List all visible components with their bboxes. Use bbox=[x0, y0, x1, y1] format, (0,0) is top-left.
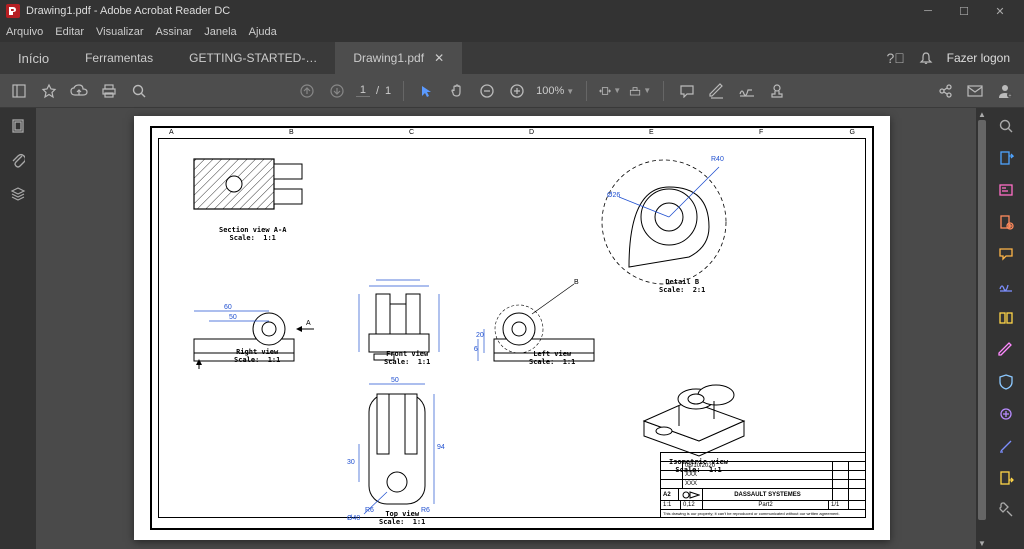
top-view-label: Top view Scale: 1:1 bbox=[379, 511, 425, 526]
attachments-icon[interactable] bbox=[8, 150, 28, 170]
scroll-up-icon[interactable]: ▲ bbox=[976, 108, 988, 120]
document-area: A B C D E F G Section view A-A Scale: 1:… bbox=[36, 108, 988, 549]
menu-assinar[interactable]: Assinar bbox=[156, 26, 193, 38]
maximize-button[interactable]: ☐ bbox=[946, 0, 982, 22]
top-view: 50 94 30 Ø40 R6 R6 bbox=[339, 374, 459, 524]
left-panel bbox=[0, 108, 36, 549]
section-view-label: Section view A-A Scale: 1:1 bbox=[219, 227, 286, 242]
zoom-value[interactable]: 100%▼ bbox=[536, 85, 574, 97]
fit-width-icon[interactable]: ▼ bbox=[599, 80, 621, 102]
dim-d26: Ø26 bbox=[607, 192, 620, 199]
create-pdf-icon[interactable] bbox=[996, 212, 1016, 232]
tab-home[interactable]: Início bbox=[0, 42, 67, 74]
more-tools-icon[interactable] bbox=[996, 500, 1016, 520]
svg-text:Ø40: Ø40 bbox=[347, 515, 360, 522]
person-icon[interactable]: + bbox=[994, 80, 1016, 102]
svg-text:16: 16 bbox=[474, 346, 478, 353]
svg-text:+: + bbox=[1009, 93, 1012, 99]
svg-text:60: 60 bbox=[224, 304, 232, 311]
bell-icon[interactable] bbox=[917, 49, 935, 67]
tab-getting-started[interactable]: GETTING-STARTED-… bbox=[171, 42, 335, 74]
cloud-upload-icon[interactable] bbox=[68, 80, 90, 102]
protect-icon[interactable] bbox=[996, 372, 1016, 392]
page-number[interactable]: 1 / 1 bbox=[356, 84, 391, 97]
svg-text:50: 50 bbox=[229, 314, 237, 321]
right-view-label: Right view Scale: 1:1 bbox=[234, 349, 280, 364]
section-view bbox=[189, 149, 319, 229]
search-icon[interactable] bbox=[128, 80, 150, 102]
vertical-scrollbar[interactable]: ▲ ▼ bbox=[976, 108, 988, 549]
thumbnails-icon[interactable] bbox=[8, 116, 28, 136]
sidebar-toggle-icon[interactable] bbox=[8, 80, 30, 102]
login-link[interactable]: Fazer logon bbox=[947, 51, 1010, 65]
sign-tool-icon[interactable] bbox=[996, 436, 1016, 456]
close-window-button[interactable]: ✕ bbox=[982, 0, 1018, 22]
convert-icon[interactable] bbox=[996, 468, 1016, 488]
right-panel bbox=[988, 108, 1024, 549]
compress-icon[interactable] bbox=[996, 404, 1016, 424]
zoom-in-icon[interactable] bbox=[506, 80, 528, 102]
highlight-icon[interactable] bbox=[706, 80, 728, 102]
comment-icon[interactable] bbox=[676, 80, 698, 102]
front-view-label: Front view Scale: 1:1 bbox=[384, 351, 430, 366]
stamp-icon[interactable] bbox=[766, 80, 788, 102]
svg-text:30: 30 bbox=[347, 459, 355, 466]
layers-icon[interactable] bbox=[8, 184, 28, 204]
menu-ajuda[interactable]: Ajuda bbox=[249, 26, 277, 38]
print-icon[interactable] bbox=[98, 80, 120, 102]
menu-editar[interactable]: Editar bbox=[55, 26, 84, 38]
search-tool-icon[interactable] bbox=[996, 116, 1016, 136]
menu-visualizar[interactable]: Visualizar bbox=[96, 26, 144, 38]
svg-text:94: 94 bbox=[437, 444, 445, 451]
page-down-icon[interactable] bbox=[326, 80, 348, 102]
star-icon[interactable] bbox=[38, 80, 60, 102]
tab-drawing1[interactable]: Drawing1.pdf✕ bbox=[335, 42, 462, 74]
svg-text:R6: R6 bbox=[365, 507, 374, 514]
help-icon[interactable]: ?⃝ bbox=[887, 49, 905, 67]
redact-icon[interactable] bbox=[996, 340, 1016, 360]
share-icon[interactable] bbox=[934, 80, 956, 102]
dim-r40: R40 bbox=[711, 156, 724, 163]
detail-view-label: Detail B Scale: 2:1 bbox=[659, 279, 705, 294]
export-pdf-icon[interactable] bbox=[996, 148, 1016, 168]
left-view-label: Left view Scale: 1:1 bbox=[529, 351, 575, 366]
svg-text:20: 20 bbox=[476, 332, 484, 339]
tab-tools[interactable]: Ferramentas bbox=[67, 42, 171, 74]
title-block: 08/10/2020 XXX XXX A2 DASSAULT SYSTEMES … bbox=[660, 452, 865, 517]
organize-icon[interactable] bbox=[996, 308, 1016, 328]
hand-icon[interactable] bbox=[446, 80, 468, 102]
svg-text:50: 50 bbox=[391, 377, 399, 384]
svg-text:A: A bbox=[306, 320, 311, 327]
cursor-icon[interactable] bbox=[416, 80, 438, 102]
minimize-button[interactable]: ─ bbox=[910, 0, 946, 22]
zoom-out-icon[interactable] bbox=[476, 80, 498, 102]
comment-tool-icon[interactable] bbox=[996, 244, 1016, 264]
fill-sign-icon[interactable] bbox=[996, 276, 1016, 296]
app-icon bbox=[6, 4, 20, 18]
scrollbar-thumb[interactable] bbox=[978, 120, 986, 520]
detail-view: R40 Ø26 bbox=[579, 147, 749, 287]
page-display-icon[interactable]: ▼ bbox=[629, 80, 651, 102]
menu-arquivo[interactable]: Arquivo bbox=[6, 26, 43, 38]
menu-janela[interactable]: Janela bbox=[204, 26, 236, 38]
mail-icon[interactable] bbox=[964, 80, 986, 102]
svg-text:B: B bbox=[574, 279, 579, 286]
menubar: Arquivo Editar Visualizar Assinar Janela… bbox=[0, 22, 1024, 42]
page-up-icon[interactable] bbox=[296, 80, 318, 102]
scroll-down-icon[interactable]: ▼ bbox=[976, 537, 988, 549]
edit-pdf-icon[interactable] bbox=[996, 180, 1016, 200]
pdf-page: A B C D E F G Section view A-A Scale: 1:… bbox=[134, 116, 890, 540]
sign-icon[interactable] bbox=[736, 80, 758, 102]
window-title: Drawing1.pdf - Adobe Acrobat Reader DC bbox=[26, 5, 910, 17]
tab-close-icon[interactable]: ✕ bbox=[434, 51, 444, 65]
